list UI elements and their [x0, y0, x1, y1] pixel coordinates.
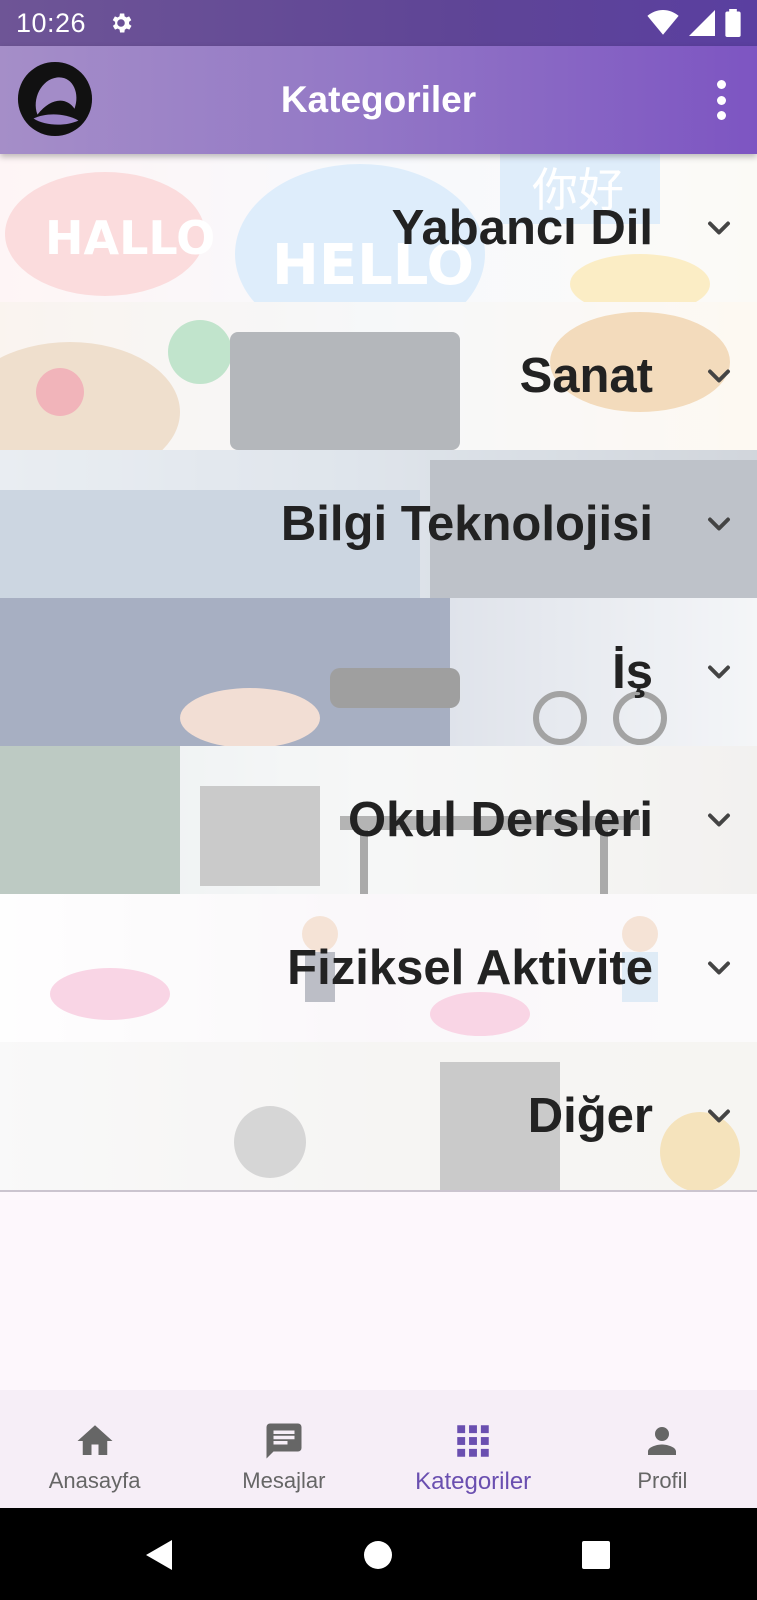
nav-label: Anasayfa — [48, 1468, 141, 1493]
gear-icon — [112, 13, 132, 33]
category-item-bilgi-teknolojisi[interactable]: Bilgi Teknolojisi — [0, 450, 757, 598]
chevron-down-icon[interactable] — [701, 358, 737, 394]
dot-icon — [716, 95, 726, 105]
app-bar: Kategoriler — [0, 46, 757, 154]
nav-label: Mesajlar — [242, 1468, 326, 1493]
category-label: Bilgi Teknolojisi — [280, 497, 653, 551]
category-label: Yabancı Dil — [391, 201, 653, 255]
status-bar: 10:26 — [0, 0, 757, 46]
dot-icon — [716, 111, 726, 120]
grid-icon — [457, 1425, 489, 1457]
category-item-diger[interactable]: Diğer — [0, 1042, 757, 1190]
bottom-navigation: Anasayfa Mesajlar Kategoriler Profil — [0, 1390, 757, 1508]
chevron-down-icon[interactable] — [701, 802, 737, 838]
person-icon — [648, 1427, 677, 1455]
nav-item-mesajlar[interactable]: Mesajlar — [189, 1390, 378, 1508]
home-icon — [77, 1425, 113, 1455]
signal-icon — [689, 10, 715, 36]
system-navigation-bar — [0, 1508, 757, 1600]
divider — [0, 1190, 757, 1192]
chevron-down-icon[interactable] — [701, 1098, 737, 1134]
chevron-down-icon[interactable] — [701, 950, 737, 986]
status-time: 10:26 — [16, 7, 87, 38]
message-icon — [266, 1423, 302, 1459]
category-label: Diğer — [527, 1089, 653, 1143]
category-label: Fiziksel Aktivite — [287, 941, 653, 995]
category-item-yabanci-dil[interactable]: HALLO HELLO 你好 Yabancı Dil — [0, 154, 757, 302]
dot-icon — [716, 80, 726, 89]
wifi-icon — [647, 10, 679, 35]
category-item-fiziksel-aktivite[interactable]: Fiziksel Aktivite — [0, 894, 757, 1042]
category-item-okul-dersleri[interactable]: Okul Dersleri — [0, 746, 757, 894]
chevron-down-icon[interactable] — [701, 210, 737, 246]
battery-icon — [725, 9, 741, 37]
category-label: Sanat — [519, 349, 653, 403]
nav-item-anasayfa[interactable]: Anasayfa — [0, 1390, 189, 1508]
category-item-is[interactable]: İş — [0, 598, 757, 746]
category-label: Okul Dersleri — [347, 793, 653, 847]
recents-icon[interactable] — [581, 1540, 611, 1570]
page-title: Kategoriler — [280, 79, 477, 120]
category-list: HALLO HELLO 你好 Yabancı Dil Sanat — [0, 154, 757, 1192]
chevron-down-icon[interactable] — [701, 506, 737, 542]
home-circle-icon[interactable] — [363, 1540, 393, 1570]
category-label: İş — [612, 645, 653, 699]
nav-item-kategoriler[interactable]: Kategoriler — [379, 1390, 568, 1508]
back-icon[interactable] — [142, 1538, 174, 1572]
nav-label: Kategoriler — [415, 1468, 532, 1495]
category-item-sanat[interactable]: Sanat — [0, 302, 757, 450]
overflow-menu-button[interactable] — [713, 80, 729, 120]
chevron-down-icon[interactable] — [701, 654, 737, 690]
nav-item-profil[interactable]: Profil — [568, 1390, 757, 1508]
nav-label: Profil — [637, 1468, 688, 1493]
